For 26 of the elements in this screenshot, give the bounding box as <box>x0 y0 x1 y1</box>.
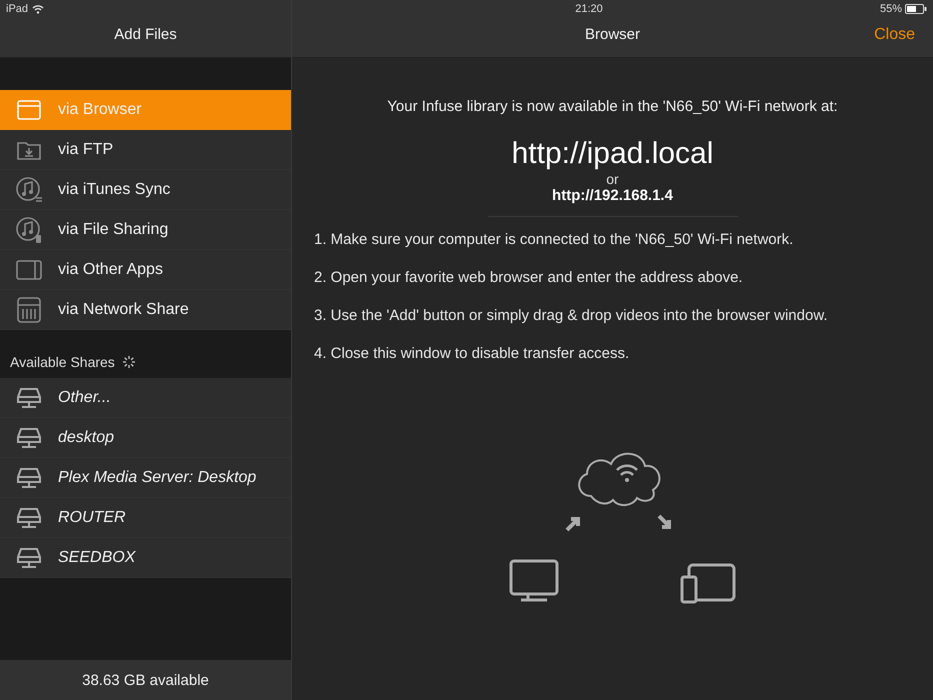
instruction-step: 1. Make sure your computer is connected to the 'N66_50' Wi-Fi network. <box>314 231 933 248</box>
server-url: http://ipad.local <box>512 137 714 171</box>
battery-percent: 55% <box>880 3 902 15</box>
menu-item[interactable]: via FTP <box>0 130 291 170</box>
menu-item[interactable]: via Network Share <box>0 290 291 330</box>
share-item[interactable]: ROUTER <box>0 498 291 538</box>
device-name: iPad <box>6 3 28 15</box>
close-button[interactable]: Close <box>874 26 915 44</box>
menu-item[interactable]: via Other Apps <box>0 250 291 290</box>
share-item[interactable]: SEEDBOX <box>0 538 291 578</box>
panel-title: Browser <box>584 26 640 43</box>
share-item[interactable]: Plex Media Server: Desktop <box>0 458 291 498</box>
clock: 21:20 <box>575 3 603 15</box>
share-item[interactable]: desktop <box>0 418 291 458</box>
or-text: or <box>606 171 619 187</box>
instruction-step: 3. Use the 'Add' button or simply drag & drop videos into the browser window. <box>314 307 933 324</box>
share-item[interactable]: Other... <box>0 378 291 418</box>
menu-item[interactable]: via File Sharing <box>0 210 291 250</box>
intro-text: Your Infuse library is now available in the 'N66_50' Wi-Fi network at: <box>387 98 838 115</box>
panel-title: Add Files <box>114 26 177 43</box>
instruction-step: 2. Open your favorite web browser and enter the address above. <box>314 269 933 286</box>
instruction-step: 4. Close this window to disable transfer access. <box>314 345 933 362</box>
menu-item[interactable]: via iTunes Sync <box>0 170 291 210</box>
ip-address: http://192.168.1.4 <box>552 187 673 204</box>
storage-available: 38.63 GB available <box>82 672 209 688</box>
section-header: Available Shares <box>10 354 115 370</box>
